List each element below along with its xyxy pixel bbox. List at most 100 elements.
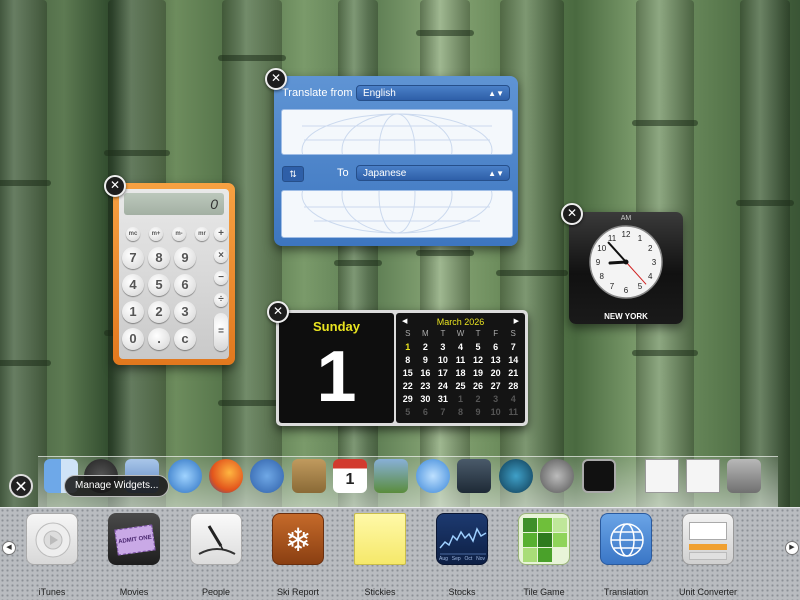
firefox-icon[interactable] [209, 459, 243, 493]
itunes-icon[interactable] [416, 459, 450, 493]
time-machine-icon[interactable] [499, 459, 533, 493]
calc-key-decimal[interactable]: . [148, 328, 170, 350]
calendar-day[interactable]: 25 [452, 381, 470, 394]
calendar-day[interactable]: 21 [504, 368, 522, 381]
widget-bar-item-unit-converter[interactable]: Unit Converter [676, 513, 740, 597]
calc-key-mplus[interactable]: m+ [149, 227, 163, 241]
calc-key-2[interactable]: 2 [148, 301, 170, 323]
close-translation-widget-button[interactable]: ✕ [265, 68, 287, 90]
close-clock-widget-button[interactable]: ✕ [561, 203, 583, 225]
calendar-day[interactable]: 26 [469, 381, 487, 394]
calendar-day[interactable]: 9 [417, 355, 435, 368]
calc-key-mr[interactable]: mr [195, 227, 209, 241]
widget-bar-left-arrow-icon[interactable]: ◀ [2, 541, 16, 555]
calendar-day[interactable]: 2 [417, 342, 435, 355]
day-panel[interactable]: Sunday 1 [279, 313, 394, 423]
system-preferences-icon[interactable] [540, 459, 574, 493]
calculator-widget[interactable]: 0 mc m+ m- mr + 7 8 9 × 4 5 6 − ÷ 1 2 3 … [113, 183, 235, 365]
calendar-day[interactable]: 7 [434, 407, 452, 420]
translate-input-field[interactable] [281, 109, 513, 155]
translation-widget[interactable]: Translate from English ▲▼ ⇅ To Japanese ▲▼ [274, 76, 518, 246]
trash-icon[interactable] [727, 459, 761, 493]
calendar-day[interactable]: 17 [434, 368, 452, 381]
calendar-day[interactable]: 16 [417, 368, 435, 381]
document-icon[interactable] [686, 459, 720, 493]
contacts-icon[interactable] [292, 459, 326, 493]
calendar-day[interactable]: 4 [504, 394, 522, 407]
calendar-day[interactable]: 9 [469, 407, 487, 420]
calendar-widget[interactable]: Sunday 1 ◀ March 2026 ▶ SMTWTFS 12345678… [276, 310, 528, 426]
calendar-day[interactable]: 1 [399, 342, 417, 355]
translate-to-select[interactable]: Japanese ▲▼ [356, 165, 510, 181]
close-calendar-widget-button[interactable]: ✕ [267, 301, 289, 323]
calendar-day[interactable]: 2 [469, 394, 487, 407]
calc-key-9[interactable]: 9 [174, 247, 196, 269]
calendar-day[interactable]: 10 [487, 407, 505, 420]
calendar-day[interactable]: 22 [399, 381, 417, 394]
calendar-day[interactable]: 5 [399, 407, 417, 420]
next-month-arrow-icon[interactable]: ▶ [514, 316, 519, 328]
calc-key-multiply[interactable]: × [214, 249, 228, 263]
close-widget-bar-button[interactable]: ✕ [9, 474, 33, 498]
calendar-day[interactable]: 20 [487, 368, 505, 381]
calc-key-4[interactable]: 4 [122, 274, 144, 296]
calendar-day[interactable]: 11 [452, 355, 470, 368]
iphoto-icon[interactable] [374, 459, 408, 493]
translate-from-select[interactable]: English ▲▼ [356, 85, 510, 101]
calc-key-clear[interactable]: c [174, 328, 196, 350]
calendar-day[interactable]: 4 [452, 342, 470, 355]
manage-widgets-button[interactable]: Manage Widgets... [64, 475, 170, 497]
calc-key-1[interactable]: 1 [122, 301, 144, 323]
calendar-day[interactable]: 15 [399, 368, 417, 381]
calc-key-7[interactable]: 7 [122, 247, 144, 269]
widget-bar-item-translation[interactable]: Translation [594, 513, 658, 597]
calendar-day[interactable]: 6 [417, 407, 435, 420]
calc-key-divide[interactable]: ÷ [214, 293, 228, 307]
calc-key-minus[interactable]: − [214, 271, 228, 285]
calendar-day[interactable]: 13 [487, 355, 505, 368]
terminal-icon[interactable] [582, 459, 616, 493]
widget-bar-item-itunes[interactable]: iTunes [20, 513, 84, 597]
document-icon[interactable] [645, 459, 679, 493]
calendar-day[interactable]: 1 [452, 394, 470, 407]
calendar-day[interactable]: 30 [417, 394, 435, 407]
calendar-day[interactable]: 23 [417, 381, 435, 394]
calendar-day[interactable]: 3 [487, 394, 505, 407]
calendar-day[interactable]: 3 [434, 342, 452, 355]
close-calculator-widget-button[interactable]: ✕ [104, 175, 126, 197]
swap-languages-button[interactable]: ⇅ [282, 166, 304, 182]
widget-bar-item-ski-report[interactable]: ❄ Ski Report [266, 513, 330, 597]
widget-bar-item-stocks[interactable]: Aug Sep Oct Nov Stocks [430, 513, 494, 597]
calendar-day[interactable]: 8 [399, 355, 417, 368]
safari-icon[interactable] [168, 459, 202, 493]
calendar-day[interactable]: 8 [452, 407, 470, 420]
calendar-icon[interactable]: 1 [333, 459, 367, 493]
calc-key-plus[interactable]: + [214, 227, 228, 241]
mission-control-icon[interactable] [457, 459, 491, 493]
calendar-day[interactable]: 11 [504, 407, 522, 420]
calendar-day[interactable]: 28 [504, 381, 522, 394]
calc-key-5[interactable]: 5 [148, 274, 170, 296]
calc-key-0[interactable]: 0 [122, 328, 144, 350]
calc-key-8[interactable]: 8 [148, 247, 170, 269]
calc-key-mc[interactable]: mc [126, 227, 140, 241]
calc-key-equals[interactable]: = [214, 313, 228, 351]
calc-key-3[interactable]: 3 [174, 301, 196, 323]
widget-bar-item-tile-game[interactable]: Tile Game [512, 513, 576, 597]
facetime-icon[interactable] [250, 459, 284, 493]
world-clock-widget[interactable]: AM 12 1 2 3 4 5 6 7 8 9 10 11 NEW YORK [569, 212, 683, 324]
widget-bar-item-stickies[interactable]: Stickies [348, 513, 412, 597]
calendar-day[interactable]: 18 [452, 368, 470, 381]
widget-bar-item-people[interactable]: People [184, 513, 248, 597]
calendar-day[interactable]: 31 [434, 394, 452, 407]
calendar-day[interactable]: 14 [504, 355, 522, 368]
calendar-day[interactable]: 7 [504, 342, 522, 355]
calendar-day[interactable]: 12 [469, 355, 487, 368]
calc-key-mminus[interactable]: m- [172, 227, 186, 241]
calendar-day[interactable]: 19 [469, 368, 487, 381]
calendar-day[interactable]: 5 [469, 342, 487, 355]
calendar-day[interactable]: 29 [399, 394, 417, 407]
calendar-day[interactable]: 6 [487, 342, 505, 355]
widget-bar-right-arrow-icon[interactable]: ▶ [785, 541, 799, 555]
calendar-day[interactable]: 10 [434, 355, 452, 368]
